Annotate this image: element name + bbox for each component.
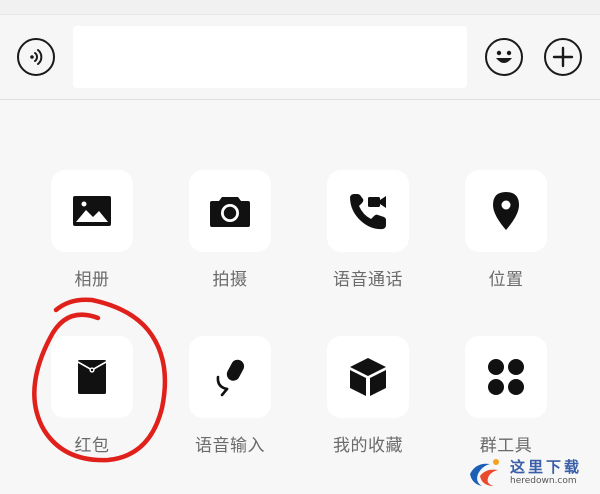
tile-favorites-box [327,336,409,418]
group-tools-icon [488,359,524,395]
more-options-panel: 相册 拍摄 语音通话 位置 红包 语音输入 我的收藏 群工具 [0,100,600,493]
tile-location-label: 位置 [488,270,524,290]
tile-album-box [51,170,133,252]
watermark-logo [466,454,506,490]
tile-favorites[interactable]: 我的收藏 [308,336,428,456]
voice-video-call-icon [350,194,386,230]
microphone-icon [216,359,245,397]
tile-location[interactable]: 位置 [446,170,566,290]
tile-camera-label: 拍摄 [212,270,248,290]
smiley-icon [496,50,512,63]
tile-call-label: 语音通话 [333,270,403,290]
voice-input-toggle-button[interactable] [17,38,55,76]
tile-location-box [465,170,547,252]
tile-camera[interactable]: 拍摄 [170,170,290,290]
top-strip [0,0,600,15]
tile-group-tools-box [465,336,547,418]
tile-voice-input[interactable]: 语音输入 [170,336,290,456]
watermark-chinese: 这里下载 [510,457,583,476]
watermark-url: heredown.com [510,475,577,486]
tile-group-tools[interactable]: 群工具 [446,336,566,456]
tile-album[interactable]: 相册 [32,170,152,290]
plus-icon [552,46,574,68]
tile-red-packet-box [51,336,133,418]
tile-red-packet-label: 红包 [74,436,110,456]
favorites-cube-icon [350,358,386,396]
tile-call-box [327,170,409,252]
tile-voice-input-label: 语音输入 [195,436,265,456]
tile-voice-input-box [189,336,271,418]
camera-icon [210,197,250,227]
tile-favorites-label: 我的收藏 [333,436,403,456]
voice-wave-icon [30,49,43,65]
tile-camera-box [189,170,271,252]
location-pin-icon [493,192,519,230]
tile-album-label: 相册 [74,270,110,290]
tile-call[interactable]: 语音通话 [308,170,428,290]
message-input[interactable] [73,26,467,88]
watermark-text: 这里下载 heredown.com [510,458,582,487]
photo-album-icon [73,196,111,226]
site-watermark: 这里下载 heredown.com [466,453,598,491]
tile-red-packet[interactable]: 红包 [32,336,152,456]
chat-input-bar [0,15,600,100]
red-packet-icon [77,360,107,394]
emoji-button[interactable] [485,38,523,76]
more-options-button[interactable] [544,38,582,76]
